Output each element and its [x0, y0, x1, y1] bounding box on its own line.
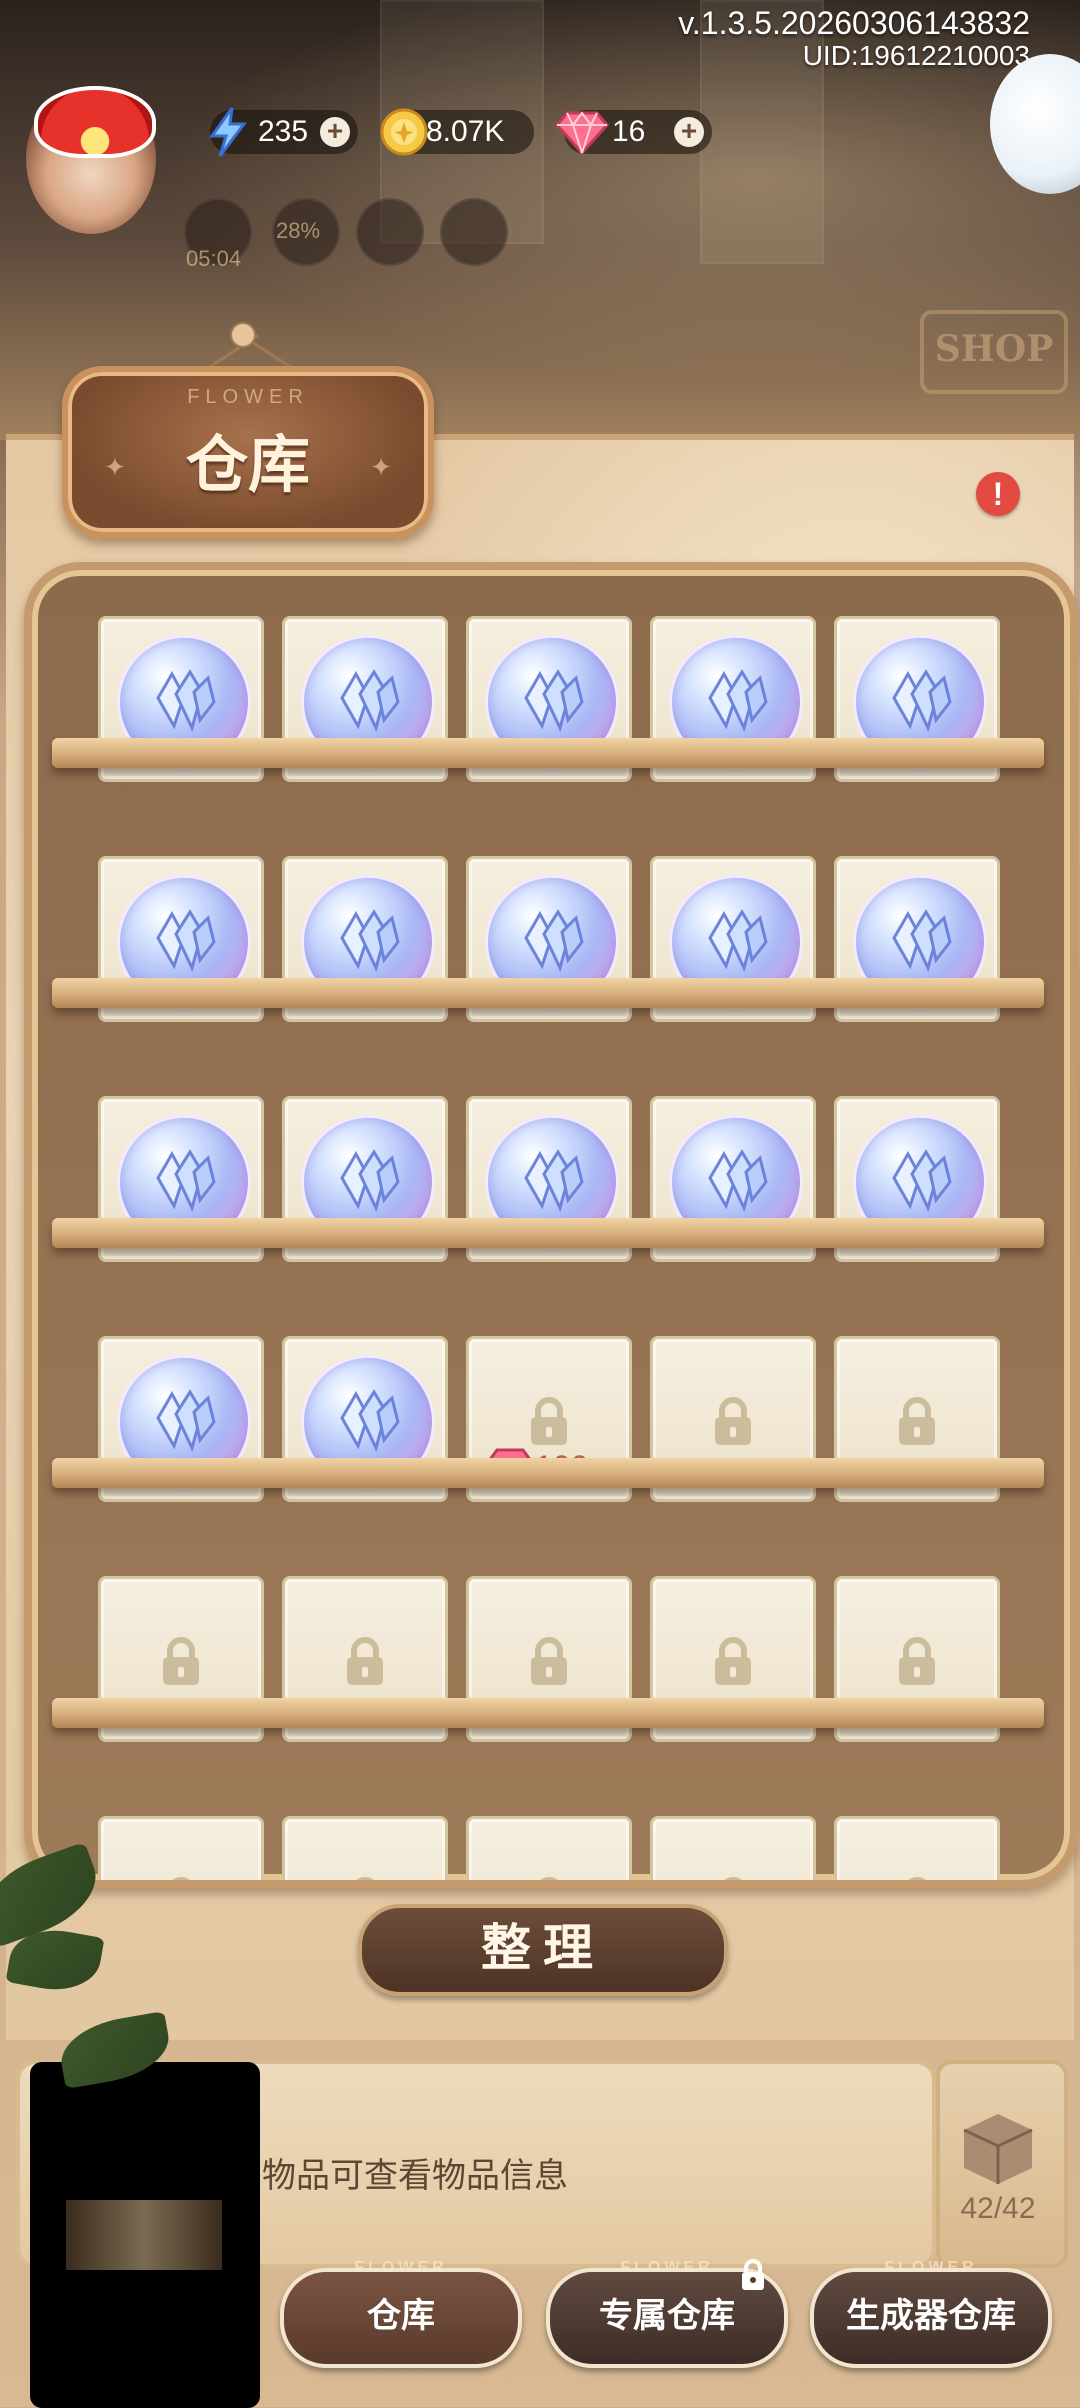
tab-exclusive-warehouse[interactable]: FLOWER 专属仓库: [546, 2259, 788, 2368]
lock-icon: [715, 1637, 751, 1685]
locked-slot[interactable]: [282, 1816, 448, 1880]
lock-icon: [742, 2259, 764, 2290]
crystal-icon: [156, 909, 216, 973]
tab-generator-warehouse[interactable]: FLOWER 生成器仓库: [810, 2260, 1052, 2368]
shelf-board: [52, 1458, 1044, 1488]
add-gems-button[interactable]: +: [674, 117, 704, 147]
shelf-board: [52, 1698, 1044, 1728]
crystal-icon: [524, 1149, 584, 1213]
capacity-count: 42/42: [960, 2192, 1036, 2225]
plaque-ornament: ✦: [370, 452, 392, 482]
lock-icon: [163, 1637, 199, 1685]
progress-percent-label: 28%: [276, 218, 321, 243]
energy-bar[interactable]: 235 +: [209, 107, 358, 157]
tab-warehouse[interactable]: FLOWER 仓库: [280, 2260, 522, 2368]
lock-icon: [531, 1637, 567, 1685]
tab-generator-label: 生成器仓库: [846, 2297, 1016, 2335]
tab-flower-label: FLOWER: [884, 2259, 978, 2276]
version-label: v.1.3.5.20260306143832: [678, 5, 1030, 41]
locked-slot[interactable]: [834, 1816, 1000, 1880]
lock-icon: [908, 1877, 926, 1880]
lock-icon: [899, 1397, 935, 1445]
crystal-icon: [708, 669, 768, 733]
lightning-icon: [200, 104, 256, 160]
energy-value: 235: [258, 115, 309, 148]
coin-icon: [376, 104, 432, 160]
lock-icon: [724, 1877, 742, 1880]
storage-cabinet: 100: [24, 562, 1078, 1888]
crystal-icon: [340, 1149, 400, 1213]
lock-icon: [356, 1877, 374, 1880]
crystal-icon: [892, 909, 952, 973]
crystal-icon: [340, 669, 400, 733]
plaque-subtitle: FLOWER: [187, 386, 309, 408]
tab-warehouse-label: 仓库: [367, 2297, 435, 2335]
crystal-icon: [156, 669, 216, 733]
plaque-pin: [230, 322, 256, 348]
shelf-board: [52, 738, 1044, 768]
title-plaque: FLOWER ✦ 仓库 ✦: [62, 366, 434, 538]
crystal-icon: [156, 1389, 216, 1453]
vip-badge-icon-2[interactable]: [440, 198, 508, 266]
crystal-icon: [892, 669, 952, 733]
crystal-icon: [340, 1389, 400, 1453]
shop-sign[interactable]: SHOP: [920, 310, 1068, 394]
lion-hat-icon: [34, 86, 156, 158]
gems-value: 16: [612, 115, 646, 148]
coins-value: 8.07K: [426, 115, 505, 148]
tab-flower-label: FLOWER: [354, 2259, 448, 2276]
crystal-icon: [524, 909, 584, 973]
preview-image: [66, 2200, 222, 2270]
box-icon: [963, 2114, 1033, 2184]
shelf-board: [52, 1218, 1044, 1248]
locked-slot[interactable]: [650, 1816, 816, 1880]
energy-timer-label: 05:04: [186, 246, 242, 271]
locked-slot[interactable]: [98, 1816, 264, 1880]
tab-exclusive-label: 专属仓库: [599, 2297, 735, 2335]
lock-icon: [899, 1637, 935, 1685]
shelf-board: [52, 978, 1044, 1008]
coins-bar[interactable]: 8.07K: [380, 108, 534, 156]
crystal-icon: [156, 1149, 216, 1213]
gems-bar[interactable]: 16 +: [555, 110, 712, 155]
vip-badge-icon[interactable]: [356, 198, 424, 266]
crystal-icon: [708, 909, 768, 973]
lock-icon: [172, 1877, 190, 1880]
crystal-icon: [708, 1149, 768, 1213]
lock-icon: [540, 1877, 558, 1880]
uid-label: UID:19612210003: [802, 40, 1030, 71]
gem-icon: [554, 104, 610, 160]
item-info-hint: 物品可查看物品信息: [262, 2157, 568, 2195]
lock-icon: [715, 1397, 751, 1445]
crystal-icon: [892, 1149, 952, 1213]
sort-button[interactable]: 整理: [358, 1904, 728, 1996]
locked-slot[interactable]: [466, 1816, 632, 1880]
crystal-icon: [524, 669, 584, 733]
lock-icon: [347, 1637, 383, 1685]
crystal-icon: [340, 909, 400, 973]
alert-icon[interactable]: !: [976, 472, 1020, 516]
add-energy-button[interactable]: +: [320, 117, 350, 147]
lock-icon: [531, 1397, 567, 1445]
